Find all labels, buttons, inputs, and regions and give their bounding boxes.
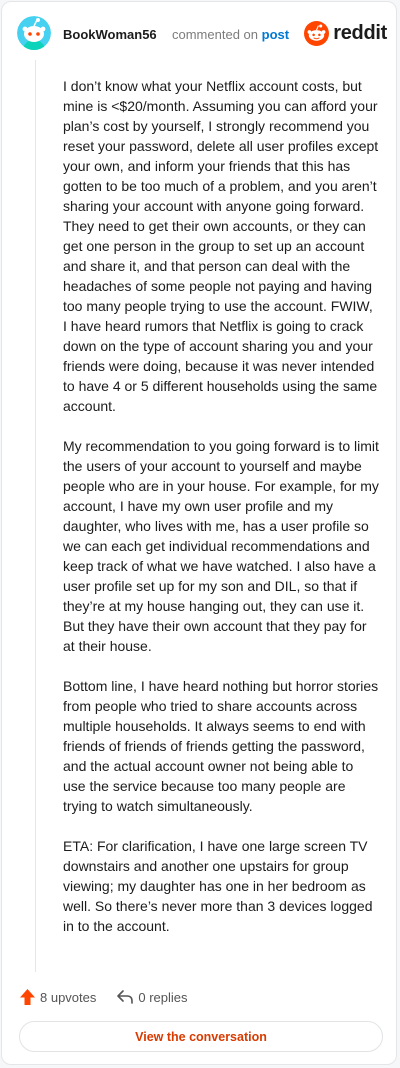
comment-action-text: commented on [172,27,258,42]
comment-body: I don’t know what your Netflix account c… [63,76,379,956]
comment-paragraph: My recommendation to you going forward i… [63,438,379,654]
comment-username[interactable]: BookWoman56 [63,27,157,42]
comment-header: BookWoman56 commented on post reddit [17,16,387,54]
upvote-count: 8 upvotes [40,989,97,1005]
snoo-avatar-icon[interactable] [17,16,51,50]
reddit-wordmark: reddit [333,21,387,44]
thread-line [35,60,36,972]
reply-button[interactable]: 0 replies [116,989,188,1005]
comment-actions: 8 upvotes 0 replies [19,986,188,1008]
comment-paragraph: I don’t know what your Netflix account c… [63,78,379,414]
post-link[interactable]: post [262,27,289,42]
reply-arrow-icon [117,990,134,1004]
reddit-brand[interactable]: reddit [304,20,387,46]
upvote-button[interactable]: 8 upvotes [19,988,96,1006]
view-conversation-button[interactable]: View the conversation [19,1021,383,1052]
comment-paragraph: Bottom line, I have heard nothing but ho… [63,678,379,814]
reddit-logo-icon [304,20,330,46]
reply-count: 0 replies [138,989,188,1005]
comment-meta: commented on post [172,27,289,42]
comment-card: BookWoman56 commented on post reddit I d… [1,1,397,1065]
comment-paragraph: ETA: For clarification, I have one large… [63,838,373,934]
upvote-arrow-icon [20,989,35,1005]
